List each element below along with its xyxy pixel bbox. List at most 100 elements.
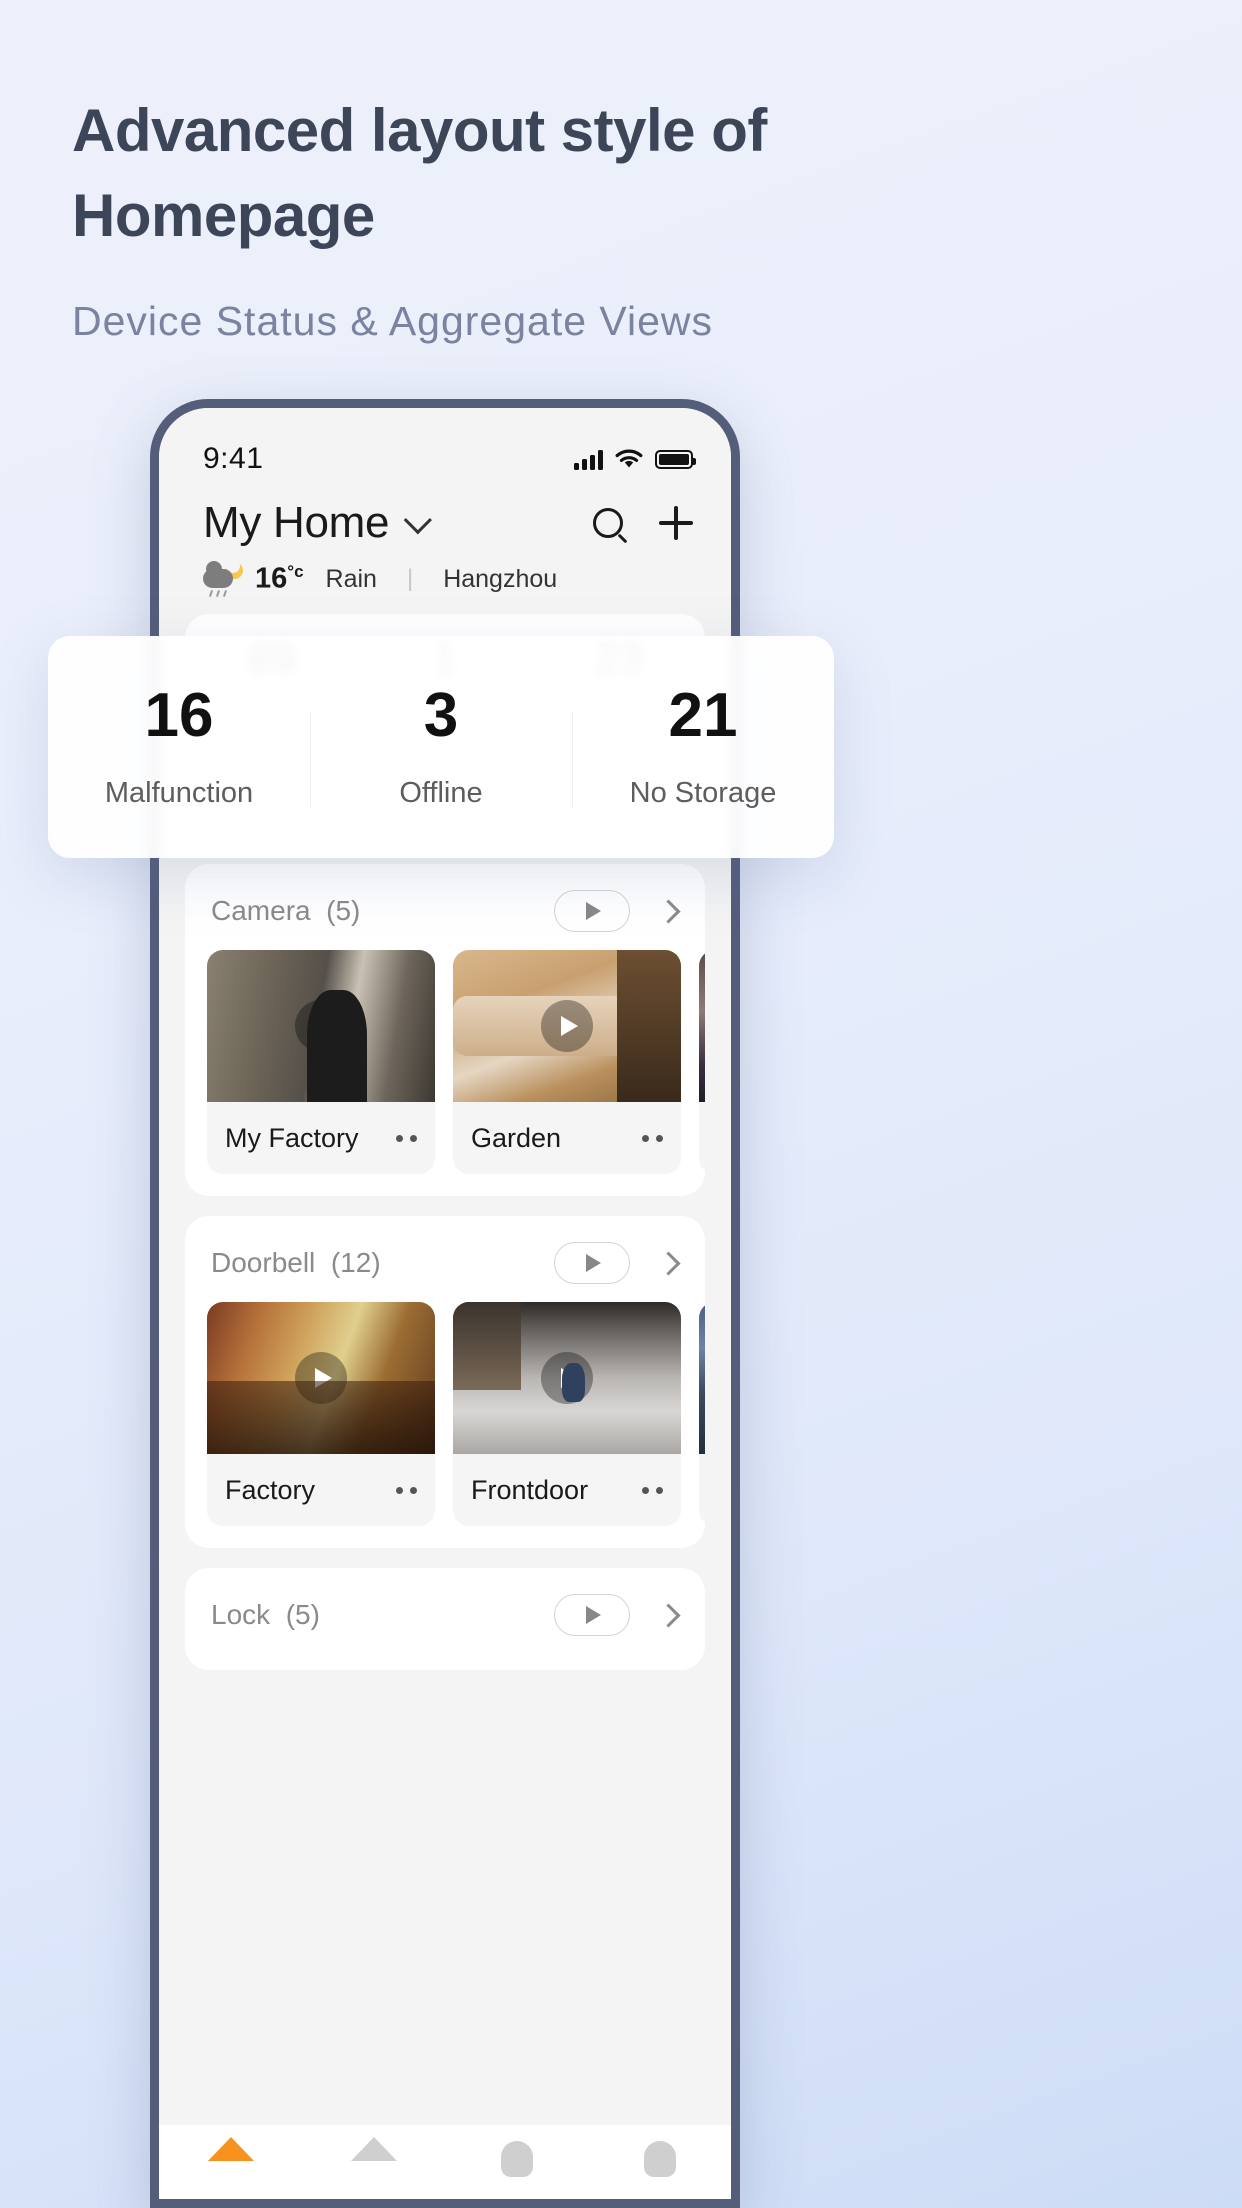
app-header: My Home <box>159 484 731 548</box>
battery-icon <box>655 449 696 469</box>
device-thumbnail[interactable] <box>699 1302 705 1454</box>
device-thumbnail[interactable] <box>453 950 681 1102</box>
device-name: Frontdoor <box>471 1474 589 1505</box>
overlay-summary-card: 16 Malfunction 3 Offline 21 No Storage <box>48 636 834 858</box>
overlay-stat-value: 3 <box>423 680 459 750</box>
play-all-button[interactable] <box>554 1242 630 1284</box>
blob-icon <box>494 2137 540 2177</box>
home-selector[interactable]: My Home <box>203 498 433 548</box>
overlay-stat-value: 21 <box>668 680 738 750</box>
signal-bars-icon <box>574 449 603 470</box>
overlay-stat-no-storage[interactable]: 21 No Storage <box>572 680 834 810</box>
play-icon[interactable] <box>541 1352 593 1404</box>
page-title: Advanced layout style of Homepage <box>72 88 992 258</box>
hero-section: Advanced layout style of Homepage Device… <box>72 88 992 345</box>
section-name: Camera <box>211 895 311 926</box>
section-tiles: My Factory Garden C <box>185 950 705 1196</box>
weather-row[interactable]: 16°c Rain | Hangzhou <box>159 548 731 598</box>
section-count: (5) <box>326 895 361 926</box>
section-title: Lock (5) <box>211 1599 554 1631</box>
device-name: Factory <box>225 1474 316 1505</box>
nav-item-second[interactable] <box>302 2137 445 2177</box>
section-name: Doorbell <box>211 1247 316 1278</box>
play-icon[interactable] <box>295 1000 347 1052</box>
page-title-line-1: Advanced layout style of <box>72 97 767 164</box>
device-name: My Factory <box>225 1122 359 1153</box>
bottom-nav <box>159 2125 731 2199</box>
play-icon[interactable] <box>295 1352 347 1404</box>
weather-unit: °c <box>287 562 304 582</box>
section-tiles: Factory Frontdoor M <box>185 1302 705 1548</box>
play-icon <box>586 1254 601 1272</box>
device-tile[interactable]: C <box>699 950 705 1174</box>
nav-item-third[interactable] <box>445 2137 588 2177</box>
section-lock: Lock (5) <box>185 1568 705 1670</box>
device-thumbnail[interactable] <box>207 950 435 1102</box>
more-dots-icon[interactable] <box>642 1486 663 1494</box>
status-bar: 9:41 <box>159 408 731 484</box>
overlay-stat-label: Offline <box>399 776 483 809</box>
play-icon[interactable] <box>541 1000 593 1052</box>
section-header[interactable]: Camera (5) <box>185 864 705 950</box>
device-tile[interactable]: Frontdoor <box>453 1302 681 1526</box>
overlay-stat-offline[interactable]: 3 Offline <box>310 680 572 810</box>
page-title-line-2: Homepage <box>72 182 375 250</box>
section-name: Lock <box>211 1599 271 1630</box>
more-dots-icon[interactable] <box>396 1486 417 1494</box>
overlay-stat-value: 16 <box>144 680 214 750</box>
more-dots-icon[interactable] <box>642 1134 663 1142</box>
status-bar-time: 9:41 <box>203 442 264 475</box>
overlay-stat-label: No Storage <box>629 776 777 809</box>
home-icon <box>207 2137 254 2177</box>
cloud-moon-rain-icon <box>203 559 245 598</box>
section-header[interactable]: Lock (5) <box>185 1568 705 1670</box>
section-count: (5) <box>285 1599 320 1630</box>
chevron-right-icon[interactable] <box>656 1602 681 1628</box>
status-bar-icons <box>574 448 696 470</box>
device-sections: Camera (5) My Factory Garden Doorbell (1… <box>159 864 731 1670</box>
home-name-label: My Home <box>203 498 390 547</box>
device-tile-footer: C <box>699 1102 705 1174</box>
device-tile[interactable]: Garden <box>453 950 681 1174</box>
section-count: (12) <box>330 1247 381 1278</box>
more-dots-icon[interactable] <box>396 1134 417 1142</box>
play-icon <box>586 902 601 920</box>
overlay-stat-label: Malfunction <box>104 776 254 809</box>
blob-icon <box>637 2137 683 2177</box>
device-tile-footer: Factory <box>207 1454 435 1526</box>
search-icon[interactable] <box>593 508 623 538</box>
device-thumbnail[interactable] <box>699 950 705 1102</box>
device-tile-footer: M <box>699 1454 705 1526</box>
weather-city: Hangzhou <box>443 564 558 593</box>
device-tile-footer: Frontdoor <box>453 1454 681 1526</box>
chevron-right-icon[interactable] <box>656 1250 681 1276</box>
device-tile[interactable]: Factory <box>207 1302 435 1526</box>
chevron-right-icon[interactable] <box>656 898 681 924</box>
nav-item-home[interactable] <box>159 2137 302 2177</box>
device-name: Garden <box>471 1122 562 1153</box>
device-tile[interactable]: M <box>699 1302 705 1526</box>
section-doorbell: Doorbell (12) Factory Frontdoor <box>185 1216 705 1548</box>
weather-temperature: 16°c <box>255 562 304 595</box>
overlay-stat-malfunction[interactable]: 16 Malfunction <box>48 680 310 810</box>
section-camera: Camera (5) My Factory Garden <box>185 864 705 1196</box>
play-all-button[interactable] <box>554 1594 630 1636</box>
header-actions <box>593 506 693 540</box>
device-tile-footer: My Factory <box>207 1102 435 1174</box>
device-thumbnail[interactable] <box>207 1302 435 1454</box>
device-tile[interactable]: My Factory <box>207 950 435 1174</box>
section-header[interactable]: Doorbell (12) <box>185 1216 705 1302</box>
nav-item-fourth[interactable] <box>588 2137 731 2177</box>
play-icon <box>586 1606 601 1624</box>
plus-icon[interactable] <box>659 506 693 540</box>
weather-condition: Rain <box>325 564 377 593</box>
home-outline-icon <box>350 2137 397 2177</box>
device-thumbnail[interactable] <box>453 1302 681 1454</box>
section-title: Doorbell (12) <box>211 1247 554 1279</box>
section-title: Camera (5) <box>211 895 554 927</box>
device-tile-footer: Garden <box>453 1102 681 1174</box>
weather-divider: | <box>406 565 414 592</box>
play-all-button[interactable] <box>554 890 630 932</box>
page-subtitle: Device Status & Aggregate Views <box>72 298 714 345</box>
chevron-down-icon <box>403 506 433 535</box>
